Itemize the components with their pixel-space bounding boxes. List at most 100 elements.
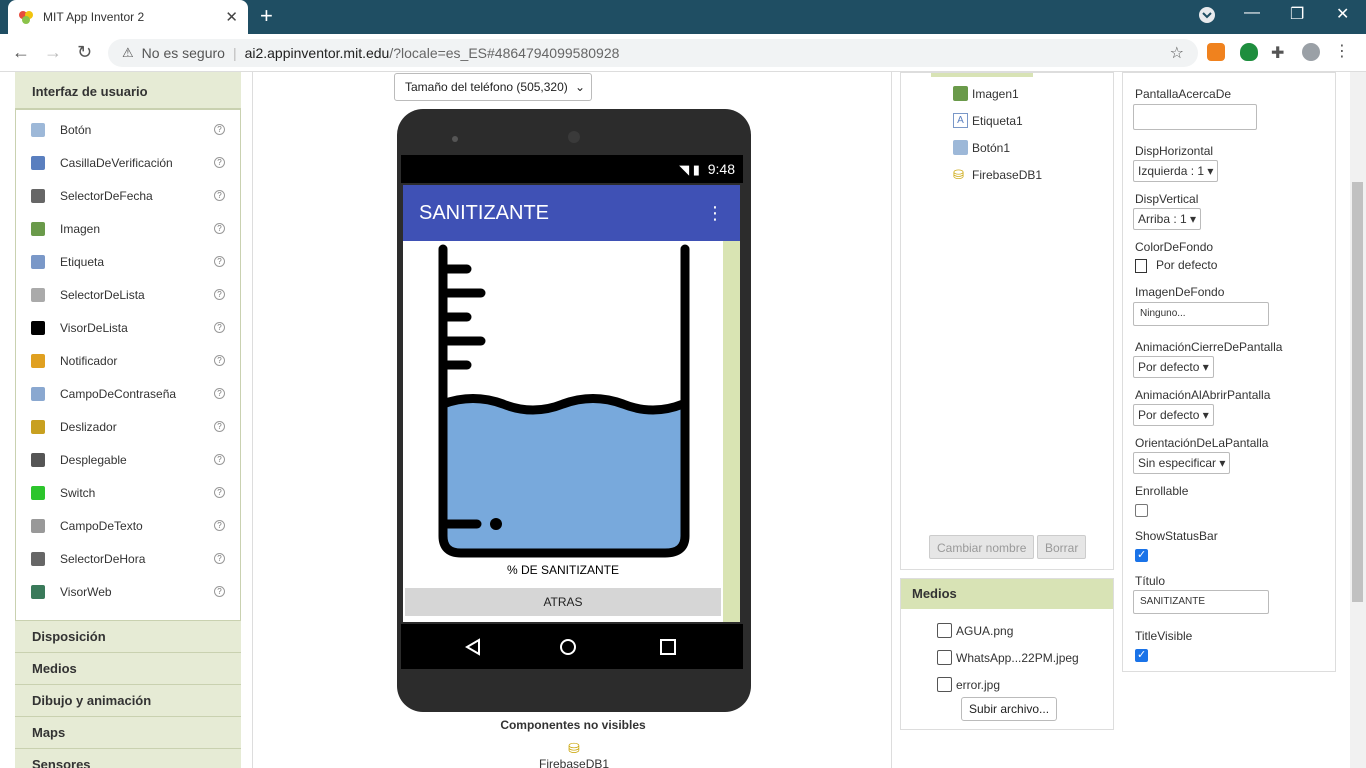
button-icon <box>953 140 968 155</box>
help-icon[interactable]: ? <box>214 520 225 531</box>
help-icon[interactable]: ? <box>214 586 225 597</box>
minimize-button[interactable]: — <box>1244 4 1260 22</box>
extension-shield-icon[interactable] <box>1240 43 1258 61</box>
color-swatch[interactable] <box>1135 259 1147 273</box>
tree-item-imagen1[interactable]: Imagen1 <box>953 86 1019 101</box>
new-tab-button[interactable]: + <box>260 5 273 27</box>
prop-orientation-select[interactable]: Sin especificar ▾ <box>1133 452 1231 474</box>
prop-bgcolor-value[interactable]: Por defecto <box>1156 258 1217 272</box>
nonvisible-firebase[interactable]: ⛁ FirebaseDB1 <box>539 740 609 768</box>
properties-panel: PantallaAcercaDe DispHorizontal Izquierd… <box>1122 72 1336 672</box>
time-picker-icon <box>31 551 45 566</box>
palette-category-user-interface[interactable]: Interfaz de usuario <box>15 72 241 109</box>
prop-close-anim-select[interactable]: Por defecto ▾ <box>1133 356 1214 378</box>
help-icon[interactable]: ? <box>214 190 225 201</box>
viewer-panel: Tamaño del teléfono (505,320) ⌄ ◥ ▮ 9:48… <box>252 72 892 768</box>
palette-item[interactable]: SelectorDeHora? <box>16 542 240 575</box>
media-file-label: WhatsApp...22PM.jpeg <box>956 650 1079 665</box>
help-icon[interactable]: ? <box>214 421 225 432</box>
prop-valign-select[interactable]: Arriba : 1 ▾ <box>1133 208 1202 230</box>
help-icon[interactable]: ? <box>214 124 225 135</box>
page-scrollbar-thumb[interactable] <box>1352 182 1363 602</box>
prop-statusbar-checkbox[interactable] <box>1135 548 1148 562</box>
close-window-button[interactable]: ✕ <box>1336 4 1349 24</box>
prop-orientation-value: Sin especificar <box>1138 456 1217 470</box>
palette-item[interactable]: Notificador? <box>16 344 240 377</box>
browser-tab[interactable]: MIT App Inventor 2 ✕ <box>8 0 248 34</box>
palette-category[interactable]: Disposición <box>15 621 241 653</box>
palette-item-label: Notificador <box>60 353 118 368</box>
prop-open-anim-select[interactable]: Por defecto ▾ <box>1133 404 1214 426</box>
overflow-menu-icon[interactable]: ⋮ <box>706 185 724 241</box>
palette-item[interactable]: VisorWeb? <box>16 575 240 608</box>
extensions-puzzle-icon[interactable]: ✚ <box>1271 43 1289 62</box>
palette-item[interactable]: Imagen? <box>16 212 240 245</box>
prop-about-label: PantallaAcercaDe <box>1135 87 1232 101</box>
sanitizer-level-image[interactable] <box>403 241 723 561</box>
palette-item[interactable]: CampoDeContraseña? <box>16 377 240 410</box>
media-file-whatsapp[interactable]: WhatsApp...22PM.jpeg <box>937 650 1079 665</box>
palette-item[interactable]: Desplegable? <box>16 443 240 476</box>
maximize-button[interactable]: ❐ <box>1290 4 1304 24</box>
browser-menu-icon[interactable]: ⋮ <box>1334 43 1352 61</box>
help-icon[interactable]: ? <box>214 223 225 234</box>
help-icon[interactable]: ? <box>214 553 225 564</box>
prop-halign-select[interactable]: Izquierda : 1 ▾ <box>1133 160 1219 182</box>
palette-item[interactable]: CasillaDeVerificación? <box>16 146 240 179</box>
palette-category[interactable]: Sensores <box>15 749 241 768</box>
prop-title-input[interactable]: SANITIZANTE <box>1133 590 1269 614</box>
help-icon[interactable]: ? <box>214 256 225 267</box>
back-arrow-icon[interactable]: ← <box>12 42 30 63</box>
forward-arrow-icon[interactable]: → <box>44 42 62 63</box>
palette-list: Botón? CasillaDeVerificación? SelectorDeFe… <box>15 109 241 621</box>
tree-item-etiqueta1[interactable]: A Etiqueta1 <box>953 113 1023 128</box>
palette-category[interactable]: Maps <box>15 717 241 749</box>
back-button[interactable]: ATRAS <box>405 588 721 616</box>
palette-item-label: Etiqueta <box>60 254 105 269</box>
help-icon[interactable]: ? <box>214 355 225 366</box>
rename-button[interactable]: Cambiar nombre <box>929 535 1035 559</box>
palette-item[interactable]: Botón? <box>16 113 240 146</box>
palette-item[interactable]: CampoDeTexto? <box>16 509 240 542</box>
prop-bgimage-picker[interactable]: Ninguno... <box>1133 302 1269 326</box>
profile-avatar-icon[interactable] <box>1302 43 1320 61</box>
help-icon[interactable]: ? <box>214 454 225 465</box>
help-icon[interactable]: ? <box>214 157 225 168</box>
page-scrollbar[interactable] <box>1350 72 1366 768</box>
security-status: No es seguro <box>141 45 225 61</box>
help-icon[interactable]: ? <box>214 388 225 399</box>
palette-item[interactable]: SelectorDeLista? <box>16 278 240 311</box>
prop-about-input[interactable] <box>1133 104 1257 130</box>
palette-category[interactable]: Dibujo y animación <box>15 685 241 717</box>
help-icon[interactable]: ? <box>214 289 225 300</box>
media-file-error[interactable]: error.jpg <box>937 677 1000 692</box>
palette-item[interactable]: Etiqueta? <box>16 245 240 278</box>
tree-item-firebasedb1[interactable]: ⛁ FirebaseDB1 <box>953 167 1042 182</box>
palette-category[interactable]: Medios <box>15 653 241 685</box>
help-icon[interactable]: ? <box>214 487 225 498</box>
palette-item[interactable]: Deslizador? <box>16 410 240 443</box>
address-bar[interactable]: ⚠ No es seguro | ai2.appinventor.mit.edu… <box>108 39 1198 67</box>
palette-item[interactable]: VisorDeLista? <box>16 311 240 344</box>
palette-item[interactable]: Switch? <box>16 476 240 509</box>
database-icon: ⛁ <box>953 167 964 182</box>
palette-item-label: Deslizador <box>60 419 117 434</box>
prop-titlevisible-label: TitleVisible <box>1135 629 1193 643</box>
palette-item[interactable]: SelectorDeFecha? <box>16 179 240 212</box>
phone-size-select[interactable]: Tamaño del teléfono (505,320) ⌄ <box>394 73 592 101</box>
reload-icon[interactable]: ↻ <box>77 42 92 63</box>
prop-scrollable-checkbox[interactable] <box>1135 504 1148 517</box>
upload-file-button[interactable]: Subir archivo... <box>961 697 1058 721</box>
prop-titlevisible-checkbox[interactable] <box>1135 648 1148 662</box>
tab-search-icon[interactable] <box>1198 6 1216 29</box>
tree-item-boton1[interactable]: Botón1 <box>953 140 1010 155</box>
help-icon[interactable]: ? <box>214 322 225 333</box>
delete-button[interactable]: Borrar <box>1037 535 1087 559</box>
warning-icon: ⚠ <box>122 45 134 60</box>
bookmark-star-icon[interactable]: ☆ <box>1170 43 1184 63</box>
tab-close-icon[interactable]: ✕ <box>225 8 238 26</box>
prop-statusbar-label: ShowStatusBar <box>1135 529 1218 543</box>
extension-bag-icon[interactable] <box>1207 43 1225 61</box>
media-file-agua[interactable]: AGUA.png <box>937 623 1013 638</box>
palette-item-label: Botón <box>60 122 92 137</box>
